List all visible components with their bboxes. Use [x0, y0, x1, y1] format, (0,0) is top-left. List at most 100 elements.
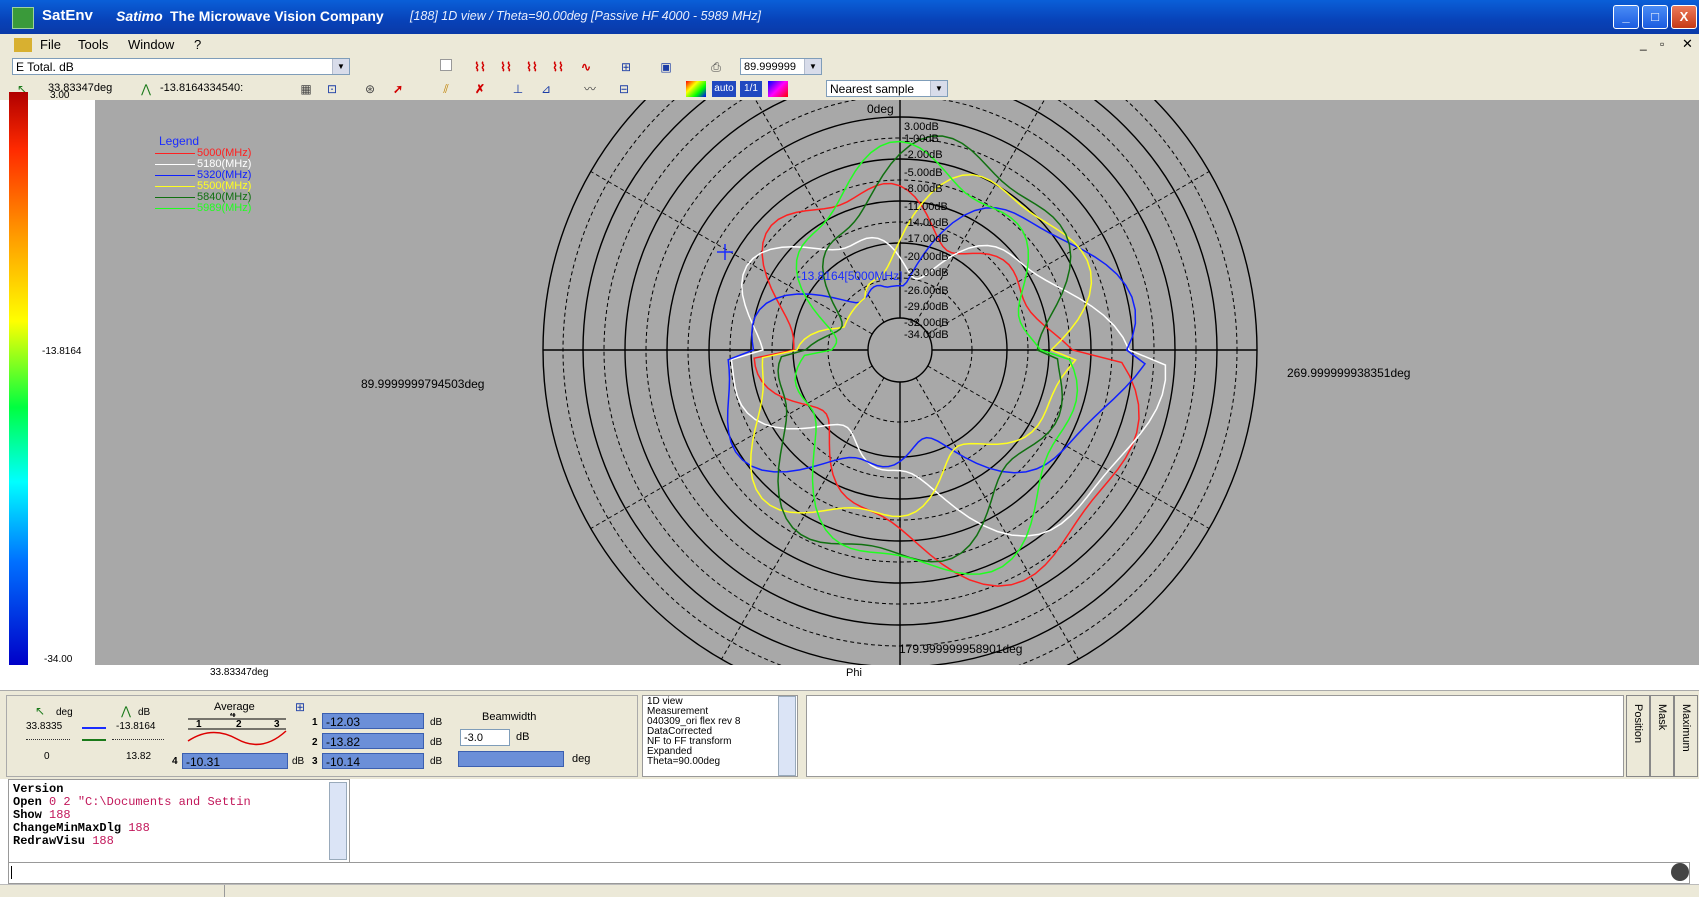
legend-swatch [155, 175, 195, 176]
ring-label: 1.00dB [904, 133, 939, 145]
interpolation-value: Nearest sample [830, 82, 915, 96]
console-scrollbar[interactable] [329, 782, 347, 860]
phi-cursor-icon: ↖ [34, 704, 46, 718]
cursor2-dots-b [112, 739, 164, 740]
cursor2-deg: 0 [44, 751, 50, 762]
company-name: The Microwave Vision Company [170, 8, 384, 24]
mdi-minimize-icon[interactable]: _ [1640, 37, 1647, 51]
menu-window[interactable]: Window [128, 37, 174, 52]
polar-icon[interactable]: ⊛ [360, 81, 380, 97]
cross-icon[interactable]: ✗ [470, 81, 490, 97]
beamwidth-deg-unit: deg [572, 753, 591, 765]
command-input[interactable] [8, 862, 1690, 884]
info-line: Theta=90.00deg [647, 756, 721, 767]
trace5-icon[interactable]: ∿ [576, 59, 596, 75]
ring-label: -26.00dB [904, 285, 949, 297]
value-combo-text: 89.999999 [744, 61, 796, 73]
grid-spoke [721, 377, 885, 660]
console-argument: 188 [121, 821, 150, 835]
menu-file[interactable]: File [40, 37, 61, 52]
trace1-icon[interactable]: ⌇⌇ [470, 59, 490, 75]
average-field-4[interactable]: -10.31 [182, 753, 288, 769]
trace2-icon[interactable]: ⌇⌇ [496, 59, 516, 75]
grid-spoke [927, 365, 1210, 529]
chevron-down-icon: ▼ [930, 81, 947, 96]
beamwidth-result[interactable] [458, 751, 564, 767]
average-idx-2: 2 [236, 719, 242, 730]
tab-mask-label: Mask [1656, 704, 1668, 731]
table-icon[interactable]: ⊡ [322, 81, 342, 97]
stop-icon[interactable] [1671, 863, 1689, 881]
cursor2-db: 13.82 [126, 751, 152, 762]
field4-index: 4 [172, 756, 178, 767]
minimize-button[interactable]: _ [1613, 5, 1639, 29]
maximize-button[interactable]: □ [1642, 5, 1668, 29]
tab-position[interactable]: Position [1626, 695, 1650, 777]
ring-label: -8.00dB [904, 183, 943, 195]
mdi-restore-icon[interactable]: ▫ [1660, 37, 1664, 51]
polar-plot-area[interactable]: 3.00dB 1.00dB -2.00dB -5.00dB -8.00dB -11.00d… [95, 0, 1699, 708]
average-field-1[interactable]: -12.03 [322, 713, 424, 729]
colorbar [9, 92, 28, 665]
value-readout: -13.8164334540: [160, 82, 244, 94]
grid-icon[interactable]: ▦ [296, 81, 316, 97]
interpolation-select[interactable]: Nearest sample ▼ [826, 80, 948, 97]
beamwidth-input[interactable]: -3.0 [460, 729, 510, 746]
menu-tools[interactable]: Tools [78, 37, 108, 52]
average-field-2[interactable]: -13.82 [322, 733, 424, 749]
palette-icon[interactable] [768, 81, 788, 97]
status-divider [224, 885, 225, 897]
info-list[interactable]: 1D view Measurement 040309_ori flex rev 8D… [642, 695, 798, 777]
mdi-close-icon[interactable]: ✕ [1682, 36, 1693, 52]
zoom-chart-icon[interactable]: ⊞ [616, 59, 636, 75]
trace4-icon[interactable]: ⌇⌇ [548, 59, 568, 75]
axis-label-bottom: 179.999999958901deg [899, 642, 1023, 656]
average-label: Average [214, 701, 255, 713]
marker-cross [717, 244, 733, 260]
trace3-icon[interactable]: ⌇⌇ [522, 59, 542, 75]
auto-button[interactable]: auto [712, 81, 736, 97]
marker-icon[interactable]: ➚ [388, 81, 408, 97]
polar-plot-svg: 3.00dB1.00dB -2.00dB -5.00dB -8.00dB -11.00d… [542, 0, 1258, 708]
line-chart-icon[interactable]: ⊿ [536, 81, 556, 97]
console-command: ChangeMinMaxDlg [13, 821, 122, 835]
chevron-down-icon: ▼ [332, 59, 349, 74]
grid-spoke [915, 377, 1079, 660]
toolbar-top: E Total. dB ▼ ⌇⌇ ⌇⌇ ⌇⌇ ⌇⌇ ∿ ⊞ ▣ ⎙ 89.999… [0, 56, 1699, 78]
legend-swatch [155, 208, 195, 209]
scale-icon[interactable]: ⊟ [614, 81, 634, 97]
command-console[interactable]: Version Open 0 2 "C:\Documents and Settin… [8, 779, 350, 863]
menu-help[interactable]: ? [194, 37, 201, 52]
export-icon[interactable]: ▣ [656, 59, 676, 75]
close-button[interactable]: X [1671, 5, 1697, 29]
beamwidth-label: Beamwidth [482, 711, 537, 723]
curve-icon[interactable]: 〰 [580, 81, 600, 97]
axis-icon[interactable]: ⊥ [508, 81, 528, 97]
option-checkbox[interactable] [440, 59, 452, 71]
console-argument: 0 2 "C:\Documents and Settin [41, 795, 251, 809]
tab-position-label: Position [1632, 704, 1644, 744]
cursor2-dots [26, 739, 70, 740]
print-icon[interactable]: ⎙ [706, 59, 726, 75]
ring-label: -23.00dB [904, 267, 949, 279]
ratio-button[interactable]: 1/1 [740, 81, 762, 97]
info-scrollbar[interactable] [778, 696, 796, 776]
value-combo[interactable]: 89.999999 ▼ [740, 58, 822, 75]
component-select[interactable]: E Total. dB ▼ [12, 58, 350, 75]
peak-icon[interactable]: ⫽ [436, 81, 456, 97]
legend-swatch [155, 164, 195, 165]
tab-mask[interactable]: Mask [1650, 695, 1674, 777]
notes-area[interactable] [806, 695, 1624, 777]
average-field-3[interactable]: -10.14 [322, 753, 424, 769]
average-idx-3: 3 [274, 719, 280, 730]
console-line: Open 0 2 "C:\Documents and Settin [13, 795, 251, 809]
cursor2-line [82, 739, 106, 741]
console-line: Show 188 [13, 808, 71, 822]
field1-index: 1 [312, 717, 318, 728]
tab-maximum[interactable]: Maximum [1674, 695, 1698, 777]
ring-labels: 3.00dB1.00dB -2.00dB -5.00dB -8.00dB -11.00d… [904, 121, 949, 341]
colormap-icon[interactable] [686, 81, 706, 97]
average-chart-icon[interactable]: ⊞ [290, 699, 310, 715]
legend-title: Legend [159, 134, 200, 148]
console-command: Open [13, 795, 42, 809]
